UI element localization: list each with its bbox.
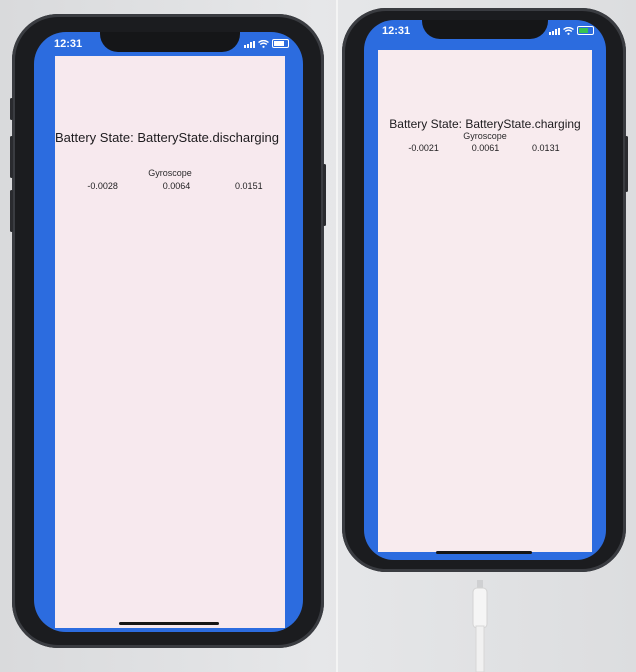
gyroscope-x-value: -0.0021 bbox=[408, 143, 439, 153]
battery-icon bbox=[272, 39, 289, 48]
phone-discharging: 12:31 Battery State: BatteryState.discha… bbox=[10, 14, 326, 648]
phone-screen: 12:31 Battery State: BatteryState.chargi… bbox=[364, 20, 606, 560]
gyroscope-label: Gyroscope bbox=[148, 168, 192, 178]
phone-charging: 12:31 Battery State: BatteryState.chargi… bbox=[342, 8, 628, 572]
gyroscope-x-value: -0.0028 bbox=[87, 181, 118, 191]
volume-down-button bbox=[10, 190, 13, 232]
gyroscope-y-value: 0.0064 bbox=[162, 181, 191, 191]
silent-switch bbox=[10, 98, 13, 120]
battery-charging-icon bbox=[577, 26, 594, 35]
app-canvas: Battery State: BatteryState.charging Gyr… bbox=[378, 50, 592, 552]
photo-divider bbox=[336, 0, 338, 672]
app-canvas: Battery State: BatteryState.discharging … bbox=[55, 56, 285, 628]
signal-icon bbox=[244, 41, 255, 48]
status-icons bbox=[549, 26, 594, 35]
gyroscope-z-value: 0.0151 bbox=[235, 181, 263, 191]
phone-screen: 12:31 Battery State: BatteryState.discha… bbox=[34, 32, 303, 632]
power-button bbox=[625, 136, 628, 192]
home-indicator[interactable] bbox=[119, 622, 219, 625]
status-time: 12:31 bbox=[54, 38, 83, 50]
gyroscope-y-value: 0.0061 bbox=[471, 143, 500, 153]
gyroscope-values: -0.0021 0.0061 0.0131 bbox=[392, 143, 576, 153]
wifi-icon bbox=[563, 27, 574, 35]
signal-icon bbox=[549, 28, 560, 35]
wifi-icon bbox=[258, 40, 269, 48]
home-indicator[interactable] bbox=[436, 551, 532, 554]
gyroscope-z-value: 0.0131 bbox=[532, 143, 560, 153]
gyroscope-values: -0.0028 0.0064 0.0151 bbox=[65, 181, 285, 191]
charging-cable bbox=[472, 580, 488, 672]
gyroscope-label: Gyroscope bbox=[463, 131, 507, 141]
notch bbox=[422, 20, 548, 39]
battery-state-text: Battery State: BatteryState.discharging bbox=[55, 130, 280, 145]
volume-up-button bbox=[10, 136, 13, 178]
status-icons bbox=[244, 39, 289, 48]
notch bbox=[100, 32, 240, 52]
battery-state-text: Battery State: BatteryState.charging bbox=[389, 117, 581, 131]
power-button bbox=[323, 164, 326, 226]
status-time: 12:31 bbox=[382, 25, 411, 37]
